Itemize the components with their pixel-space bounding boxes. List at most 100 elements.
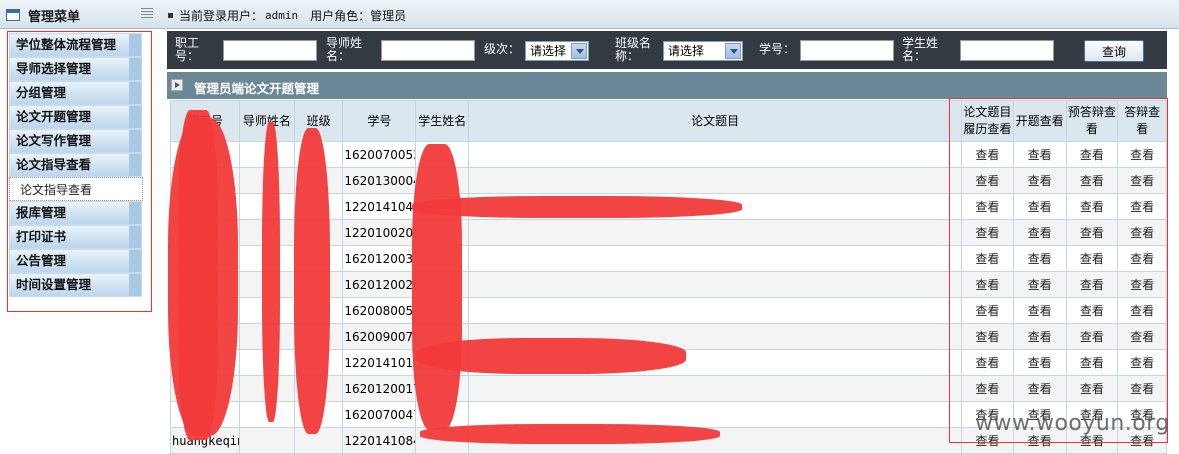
cell-student-id: 1620120017 [342, 375, 417, 402]
menu-item[interactable]: 导师选择管理 [9, 57, 142, 81]
cell-title [468, 297, 963, 324]
view-link[interactable]: 查看 [961, 193, 1014, 220]
cell-title [468, 245, 963, 272]
menu-item[interactable]: 公告管理 [9, 249, 142, 273]
view-link[interactable]: 查看 [1012, 193, 1067, 220]
cell-staff-id [170, 323, 240, 350]
view-link[interactable]: 查看 [1065, 141, 1119, 168]
cell-student-id: 1220100205 [342, 219, 417, 246]
cell-advisor [238, 141, 295, 168]
view-link[interactable]: 查看 [961, 167, 1014, 194]
view-link[interactable]: 查看 [1065, 245, 1119, 272]
view-link[interactable]: 查看 [1117, 271, 1167, 298]
view-link[interactable]: 查看 [1012, 375, 1067, 402]
view-link[interactable]: 查看 [1117, 141, 1167, 168]
cell-title [468, 349, 963, 376]
cell-class [293, 427, 344, 454]
level-select[interactable]: 请选择 [525, 41, 589, 61]
cell-title [468, 271, 963, 298]
menu-item[interactable]: 报库管理 [9, 201, 142, 225]
view-link[interactable]: 查看 [1065, 219, 1119, 246]
view-link[interactable]: 查看 [1065, 349, 1119, 376]
menu-item[interactable]: 分组管理 [9, 81, 142, 105]
class-select[interactable]: 请选择 [663, 41, 743, 61]
view-link[interactable]: 查看 [1065, 167, 1119, 194]
cell-staff-id [170, 219, 240, 246]
table-header-row: 职工号 导师姓名 班级 学号 学生姓名 论文题目 论文题目履历查看 开题查看 预答辩查看 答辩查看 [170, 100, 1167, 142]
view-link[interactable]: 查看 [1012, 141, 1067, 168]
cell-student [415, 349, 470, 376]
advisor-name-input[interactable] [381, 40, 475, 61]
chevron-down-icon[interactable] [571, 43, 587, 59]
menu-title: 管理菜单 [6, 6, 80, 25]
cell-student [415, 271, 470, 298]
sidebar-menu: 学位整体流程管理 导师选择管理 分组管理 论文开题管理 论文写作管理 论文指导查看 论文指导… [9, 33, 143, 297]
view-link[interactable]: 查看 [1117, 375, 1167, 402]
view-link[interactable]: 查看 [1117, 245, 1167, 272]
view-link[interactable]: 查看 [961, 297, 1014, 324]
view-link[interactable]: 查看 [1012, 323, 1067, 350]
play-icon [171, 79, 183, 91]
column-header: 学生姓名 [415, 100, 470, 142]
table-row: 1620130004 查看 查看 查看 查看 [170, 167, 1167, 194]
view-link[interactable]: 查看 [961, 219, 1014, 246]
view-link[interactable]: 查看 [1117, 297, 1167, 324]
staff-id-input[interactable] [223, 40, 317, 61]
table-row: 1620120017 查看 查看 查看 查看 [170, 375, 1167, 402]
cell-student [415, 193, 470, 220]
view-link[interactable]: 查看 [1117, 349, 1167, 376]
column-header: 学号 [342, 100, 417, 142]
view-link[interactable]: 查看 [1012, 349, 1067, 376]
menu-item[interactable]: 论文指导查看 [9, 153, 142, 177]
menu-toggle-icon[interactable] [141, 8, 153, 19]
view-link[interactable]: 查看 [961, 141, 1014, 168]
student-id-input[interactable] [800, 40, 894, 61]
column-header: 预答辩查看 [1065, 100, 1119, 142]
student-id-label: 学号： [759, 42, 796, 56]
menu-item[interactable]: 时间设置管理 [9, 273, 142, 297]
view-link[interactable]: 查看 [1012, 167, 1067, 194]
search-button[interactable]: 查询 [1084, 40, 1144, 62]
menu-item[interactable]: 学位整体流程管理 [9, 33, 142, 57]
view-link[interactable]: 查看 [961, 323, 1014, 350]
view-link[interactable]: 查看 [1065, 193, 1119, 220]
cell-staff-id [170, 271, 240, 298]
cell-class [293, 323, 344, 350]
cell-staff-id [170, 349, 240, 376]
view-link[interactable]: 查看 [1065, 375, 1119, 402]
cell-student [415, 245, 470, 272]
view-link[interactable]: 查看 [1012, 297, 1067, 324]
view-link[interactable]: 查看 [1117, 193, 1167, 220]
menu-item[interactable]: 论文开题管理 [9, 105, 142, 129]
column-header: 班级 [293, 100, 344, 142]
menu-subitem[interactable]: 论文指导查看 [9, 177, 143, 201]
view-link[interactable]: 查看 [1117, 219, 1167, 246]
column-header: 答辩查看 [1117, 100, 1167, 142]
view-link[interactable]: 查看 [1065, 297, 1119, 324]
view-link[interactable]: 查看 [1012, 271, 1067, 298]
view-link[interactable]: 查看 [1065, 271, 1119, 298]
menu-item[interactable]: 论文写作管理 [9, 129, 142, 153]
student-name-input[interactable] [960, 40, 1054, 61]
panel-header: 管理员端论文开题管理 [167, 72, 1167, 99]
cell-student [415, 401, 470, 428]
cell-advisor [238, 427, 295, 454]
view-link[interactable]: 查看 [1065, 323, 1119, 350]
cell-title [468, 401, 963, 428]
view-link[interactable]: 查看 [961, 375, 1014, 402]
cell-student-id: 1620070053 [342, 141, 417, 168]
table-row: 1620120020 查看 查看 查看 查看 [170, 271, 1167, 298]
cell-class [293, 349, 344, 376]
cell-title [468, 193, 963, 220]
menu-item[interactable]: 打印证书 [9, 225, 142, 249]
view-link[interactable]: 查看 [1012, 245, 1067, 272]
view-link[interactable]: 查看 [961, 245, 1014, 272]
view-link[interactable]: 查看 [961, 349, 1014, 376]
view-link[interactable]: 查看 [1012, 219, 1067, 246]
view-link[interactable]: 查看 [961, 271, 1014, 298]
view-link[interactable]: 查看 [1117, 167, 1167, 194]
view-link[interactable]: 查看 [1117, 323, 1167, 350]
student-name-label: 学生姓名： [902, 36, 939, 63]
chevron-down-icon[interactable] [725, 43, 741, 59]
cell-advisor [238, 323, 295, 350]
